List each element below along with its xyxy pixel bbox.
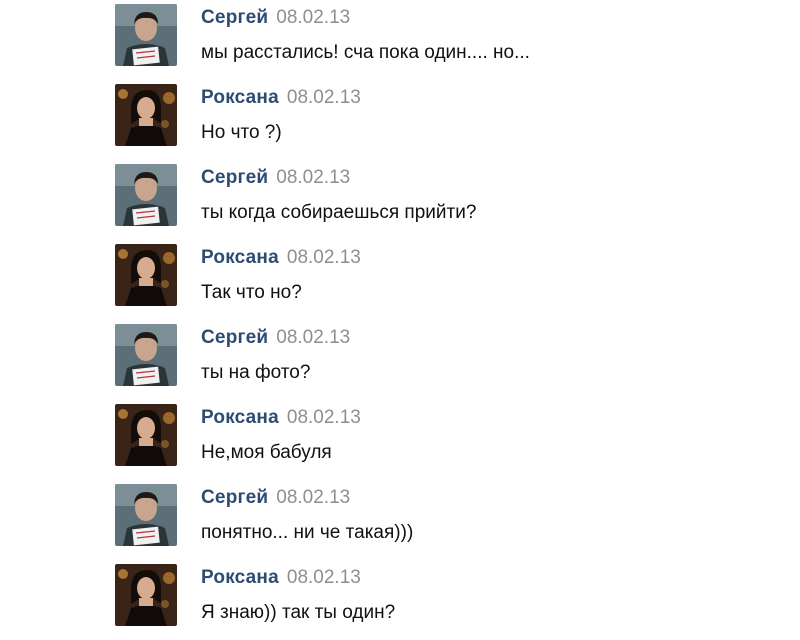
- author-name[interactable]: Сергей: [201, 167, 268, 188]
- author-name[interactable]: Роксана: [201, 567, 279, 588]
- message-header: Сергей 08.02.13: [201, 486, 350, 511]
- author-name[interactable]: Сергей: [201, 327, 268, 348]
- roksana-photo: [115, 244, 177, 306]
- message-date: 08.02.13: [276, 487, 351, 508]
- message-header: Роксана 08.02.13: [201, 86, 361, 111]
- roksana-avatar[interactable]: [115, 84, 177, 146]
- roksana-photo: [115, 404, 177, 466]
- roksana-photo: [115, 564, 177, 626]
- message-header: Сергей 08.02.13: [201, 166, 350, 191]
- message-header: Роксана 08.02.13: [201, 406, 361, 431]
- sergey-photo: [115, 4, 177, 66]
- message-item: Сергей 08.02.13 мы расстались! сча пока о…: [0, 0, 800, 80]
- author-name[interactable]: Сергей: [201, 487, 268, 508]
- message-header: Сергей 08.02.13: [201, 326, 350, 351]
- message-date: 08.02.13: [286, 247, 361, 268]
- message-item: Сергей 08.02.13 понятно... ни че такая))): [0, 480, 800, 560]
- message-text: мы расстались! сча пока один.... но...: [201, 42, 530, 63]
- roksana-photo: [115, 84, 177, 146]
- message-item: Сергей 08.02.13 ты на фото?: [0, 320, 800, 400]
- message-text: ты на фото?: [201, 362, 311, 383]
- sergey-avatar[interactable]: [115, 164, 177, 226]
- roksana-avatar[interactable]: [115, 404, 177, 466]
- author-name[interactable]: Роксана: [201, 247, 279, 268]
- message-date: 08.02.13: [286, 407, 361, 428]
- author-name[interactable]: Роксана: [201, 407, 279, 428]
- message-item: Сергей 08.02.13 ты когда собираешься прий…: [0, 160, 800, 240]
- message-date: 08.02.13: [276, 167, 351, 188]
- message-text: Но что ?): [201, 122, 282, 143]
- message-item: Роксана 08.02.13 Не,моя бабуля: [0, 400, 800, 480]
- sergey-photo: [115, 164, 177, 226]
- sergey-photo: [115, 484, 177, 546]
- sergey-avatar[interactable]: [115, 4, 177, 66]
- message-text: ты когда собираешься прийти?: [201, 202, 477, 223]
- message-text: Я знаю)) так ты один?: [201, 602, 396, 623]
- roksana-avatar[interactable]: [115, 564, 177, 626]
- message-item: Роксана 08.02.13 Но что ?): [0, 80, 800, 160]
- message-text: Так что но?: [201, 282, 302, 303]
- sergey-avatar[interactable]: [115, 484, 177, 546]
- message-header: Роксана 08.02.13: [201, 566, 361, 591]
- message-text: понятно... ни че такая))): [201, 522, 414, 543]
- message-header: Роксана 08.02.13: [201, 246, 361, 271]
- message-item: Роксана 08.02.13 Я знаю)) так ты один?: [0, 560, 800, 640]
- author-name[interactable]: Роксана: [201, 87, 279, 108]
- message-date: 08.02.13: [286, 567, 361, 588]
- message-header: Сергей 08.02.13: [201, 6, 350, 31]
- author-name[interactable]: Сергей: [201, 7, 268, 28]
- sergey-avatar[interactable]: [115, 324, 177, 386]
- chat-history: Сергей 08.02.13 мы расстались! сча пока о…: [0, 0, 800, 630]
- message-date: 08.02.13: [276, 7, 351, 28]
- sergey-photo: [115, 324, 177, 386]
- message-text: Не,моя бабуля: [201, 442, 332, 463]
- message-item: Роксана 08.02.13 Так что но?: [0, 240, 800, 320]
- message-date: 08.02.13: [286, 87, 361, 108]
- roksana-avatar[interactable]: [115, 244, 177, 306]
- message-date: 08.02.13: [276, 327, 351, 348]
